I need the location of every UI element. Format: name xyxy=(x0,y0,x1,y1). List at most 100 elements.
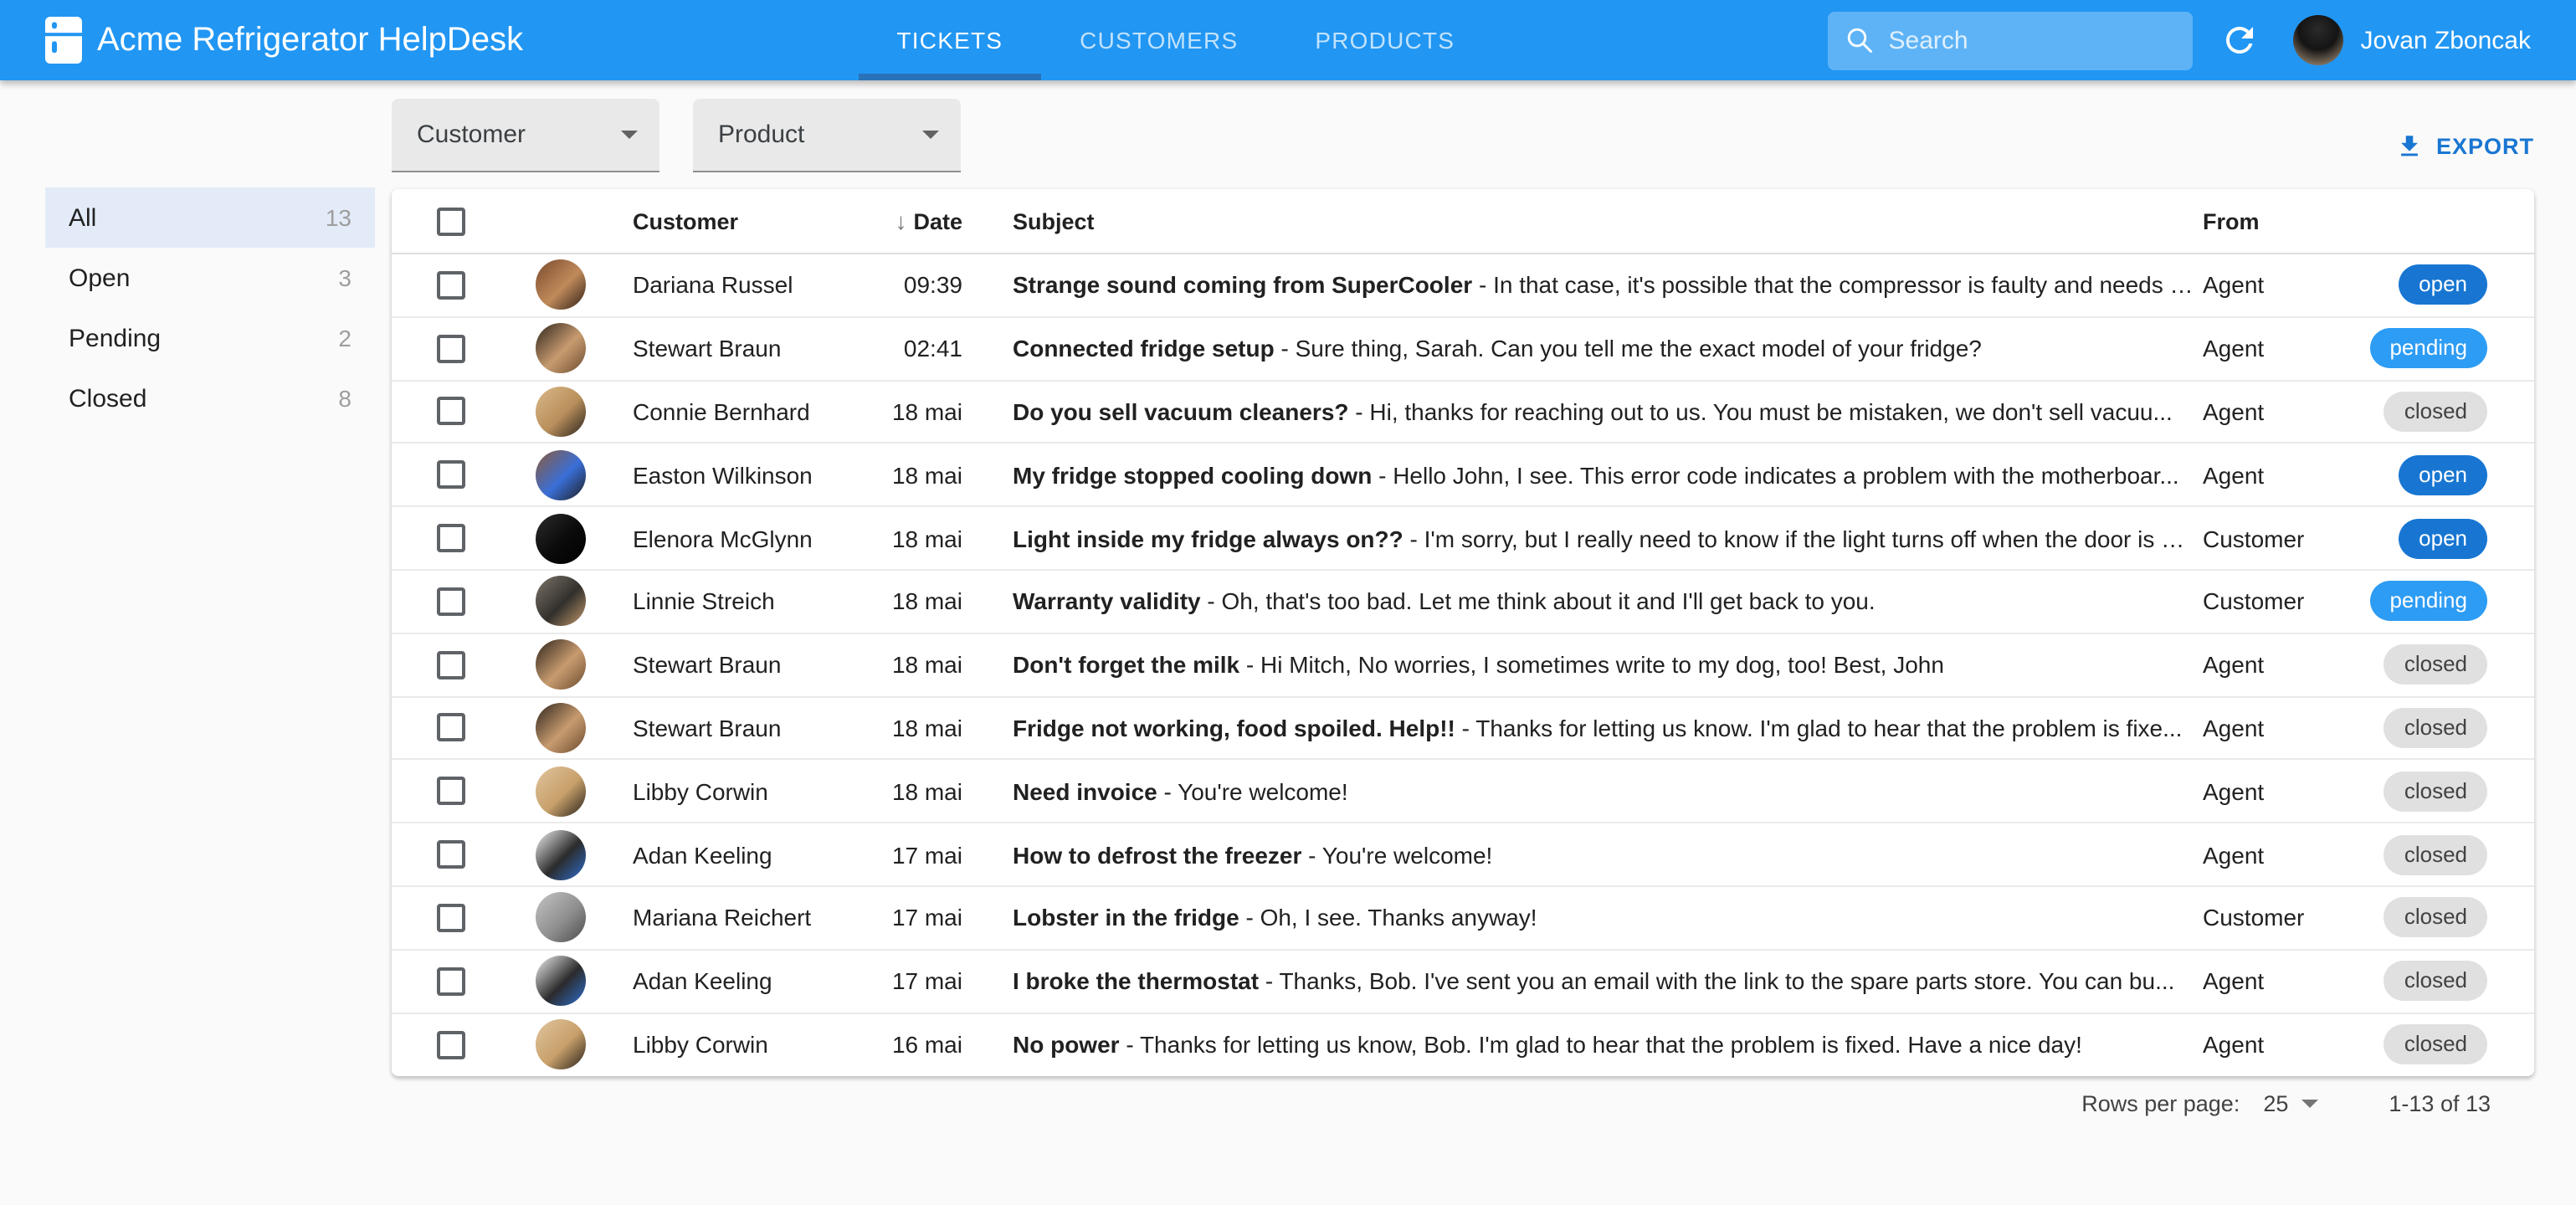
tab-customers[interactable]: CUSTOMERS xyxy=(1041,0,1276,80)
search-box[interactable] xyxy=(1828,11,2194,69)
ticket-subject: Don't forget the milk xyxy=(1013,651,1240,679)
search-icon xyxy=(1848,28,1873,53)
ticket-subject: No power xyxy=(1013,1031,1120,1059)
user-name[interactable]: Jovan Zboncak xyxy=(2361,26,2531,54)
ticket-row[interactable]: Easton Wilkinson 18 mai My fridge stoppe… xyxy=(392,444,2534,508)
tab-products[interactable]: PRODUCTS xyxy=(1276,0,1493,80)
ticket-from: Agent xyxy=(2203,841,2265,869)
row-checkbox[interactable] xyxy=(437,1030,465,1059)
chevron-down-icon xyxy=(2301,1100,2319,1109)
rows-per-page-value: 25 xyxy=(2263,1091,2289,1117)
row-checkbox[interactable] xyxy=(437,840,465,869)
column-header-subject[interactable]: Subject xyxy=(962,208,2203,233)
customer-avatar xyxy=(536,829,586,880)
search-input[interactable] xyxy=(1888,26,2177,54)
ticket-preview: - Oh, that's too bad. Let me think about… xyxy=(1200,587,1876,615)
ticket-from: Agent xyxy=(2203,1031,2265,1059)
sidebar-item-all[interactable]: All 13 xyxy=(45,187,375,248)
sidebar-item-label: All xyxy=(69,203,97,232)
ticket-row[interactable]: Dariana Russel 09:39 Strange sound comin… xyxy=(392,254,2534,318)
status-badge: closed xyxy=(2384,1024,2487,1065)
ticket-subject: Connected fridge setup xyxy=(1013,335,1275,362)
ticket-row[interactable]: Mariana Reichert 17 mai Lobster in the f… xyxy=(392,886,2534,951)
ticket-row[interactable]: Libby Corwin 16 mai No power - Thanks fo… xyxy=(392,1013,2534,1077)
ticket-from: Agent xyxy=(2203,967,2265,995)
app-root: Acme Refrigerator HelpDesk TICKETS CUSTO… xyxy=(0,0,2576,1205)
ticket-subject: My fridge stopped cooling down xyxy=(1013,461,1373,489)
user-avatar[interactable] xyxy=(2293,15,2344,65)
customer-filter-select[interactable]: Customer xyxy=(392,99,659,172)
ticket-subject: Strange sound coming from SuperCooler xyxy=(1013,271,1473,299)
customer-name: Libby Corwin xyxy=(633,1031,768,1059)
ticket-subject-cell: Light inside my fridge always on?? - I'm… xyxy=(962,525,2203,551)
ticket-from: Agent xyxy=(2203,714,2265,741)
ticket-row[interactable]: Libby Corwin 18 mai Need invoice - You'r… xyxy=(392,760,2534,824)
status-badge: closed xyxy=(2384,707,2487,748)
sidebar-item-closed[interactable]: Closed 8 xyxy=(45,368,375,428)
row-checkbox[interactable] xyxy=(437,713,465,742)
export-button[interactable]: EXPORT xyxy=(2396,132,2534,172)
ticket-row[interactable]: Stewart Braun 18 mai Fridge not working,… xyxy=(392,697,2534,761)
sidebar-item-open[interactable]: Open 3 xyxy=(45,248,375,308)
pagination-range: 1-13 of 13 xyxy=(2389,1091,2491,1117)
row-checkbox[interactable] xyxy=(437,270,465,300)
ticket-subject-cell: Fridge not working, food spoiled. Help!!… xyxy=(962,715,2203,741)
status-badge: pending xyxy=(2369,328,2487,369)
ticket-subject-cell: Warranty validity - Oh, that's too bad. … xyxy=(962,588,2203,615)
row-checkbox[interactable] xyxy=(437,334,465,363)
ticket-from: Agent xyxy=(2203,461,2265,489)
product-filter-select[interactable]: Product xyxy=(693,99,961,172)
product-filter-label: Product xyxy=(718,120,805,149)
ticket-date: 18 mai xyxy=(891,525,962,552)
ticket-date: 18 mai xyxy=(891,587,962,615)
ticket-date: 17 mai xyxy=(891,904,962,931)
ticket-from: Agent xyxy=(2203,335,2265,362)
ticket-subject-cell: Do you sell vacuum cleaners? - Hi, thank… xyxy=(962,398,2203,425)
ticket-date: 09:39 xyxy=(903,271,962,299)
ticket-row[interactable]: Connie Bernhard 18 mai Do you sell vacuu… xyxy=(392,381,2534,444)
column-header-date[interactable]: ↓ Date xyxy=(860,208,962,234)
ticket-row[interactable]: Linnie Streich 18 mai Warranty validity … xyxy=(392,570,2534,634)
ticket-row[interactable]: Stewart Braun 18 mai Don't forget the mi… xyxy=(392,633,2534,698)
column-header-customer[interactable]: Customer xyxy=(589,208,860,233)
sidebar-item-count: 8 xyxy=(338,385,352,412)
customer-name: Adan Keeling xyxy=(633,841,772,869)
ticket-preview: - Thanks for letting us know, Bob. I'm g… xyxy=(1119,1031,2082,1059)
ticket-preview: - I'm sorry, but I really need to know i… xyxy=(1403,525,2185,552)
row-checkbox[interactable] xyxy=(437,777,465,806)
customer-avatar xyxy=(536,513,586,564)
row-checkbox[interactable] xyxy=(437,650,465,679)
sidebar-item-label: Open xyxy=(69,264,131,292)
pagination-bar: Rows per page: 25 1-13 of 13 xyxy=(392,1092,2534,1117)
ticket-subject-cell: No power - Thanks for letting us know, B… xyxy=(962,1032,2203,1059)
row-checkbox[interactable] xyxy=(437,524,465,553)
ticket-row[interactable]: Elenora McGlynn 18 mai Light inside my f… xyxy=(392,507,2534,571)
sort-desc-icon: ↓ xyxy=(895,208,907,234)
row-checkbox[interactable] xyxy=(437,967,465,996)
customer-avatar xyxy=(536,449,586,500)
select-all-checkbox[interactable] xyxy=(437,207,465,235)
refresh-icon[interactable] xyxy=(2220,20,2260,60)
table-body: Dariana Russel 09:39 Strange sound comin… xyxy=(392,254,2534,1077)
ticket-subject-cell: My fridge stopped cooling down - Hello J… xyxy=(962,462,2203,489)
sidebar-item-pending[interactable]: Pending 2 xyxy=(45,308,375,368)
ticket-from: Agent xyxy=(2203,777,2265,805)
row-checkbox[interactable] xyxy=(437,397,465,426)
row-checkbox[interactable] xyxy=(437,903,465,932)
ticket-row[interactable]: Adan Keeling 17 mai I broke the thermost… xyxy=(392,950,2534,1014)
ticket-row[interactable]: Stewart Braun 02:41 Connected fridge set… xyxy=(392,317,2534,382)
status-badge: closed xyxy=(2384,391,2487,432)
app-bar: Acme Refrigerator HelpDesk TICKETS CUSTO… xyxy=(0,0,2576,80)
rows-per-page-select[interactable]: 25 xyxy=(2263,1091,2319,1117)
column-header-from[interactable]: From xyxy=(2203,208,2337,233)
status-badge: open xyxy=(2399,264,2487,305)
customer-name: Stewart Braun xyxy=(633,651,782,679)
ticket-row[interactable]: Adan Keeling 17 mai How to defrost the f… xyxy=(392,823,2534,887)
row-checkbox[interactable] xyxy=(437,460,465,490)
row-checkbox[interactable] xyxy=(437,587,465,616)
tab-tickets[interactable]: TICKETS xyxy=(858,0,1042,80)
customer-name: Connie Bernhard xyxy=(633,397,810,425)
status-badge: closed xyxy=(2384,961,2487,1002)
rows-per-page-label: Rows per page: xyxy=(2081,1091,2240,1117)
customer-avatar xyxy=(536,956,586,1007)
